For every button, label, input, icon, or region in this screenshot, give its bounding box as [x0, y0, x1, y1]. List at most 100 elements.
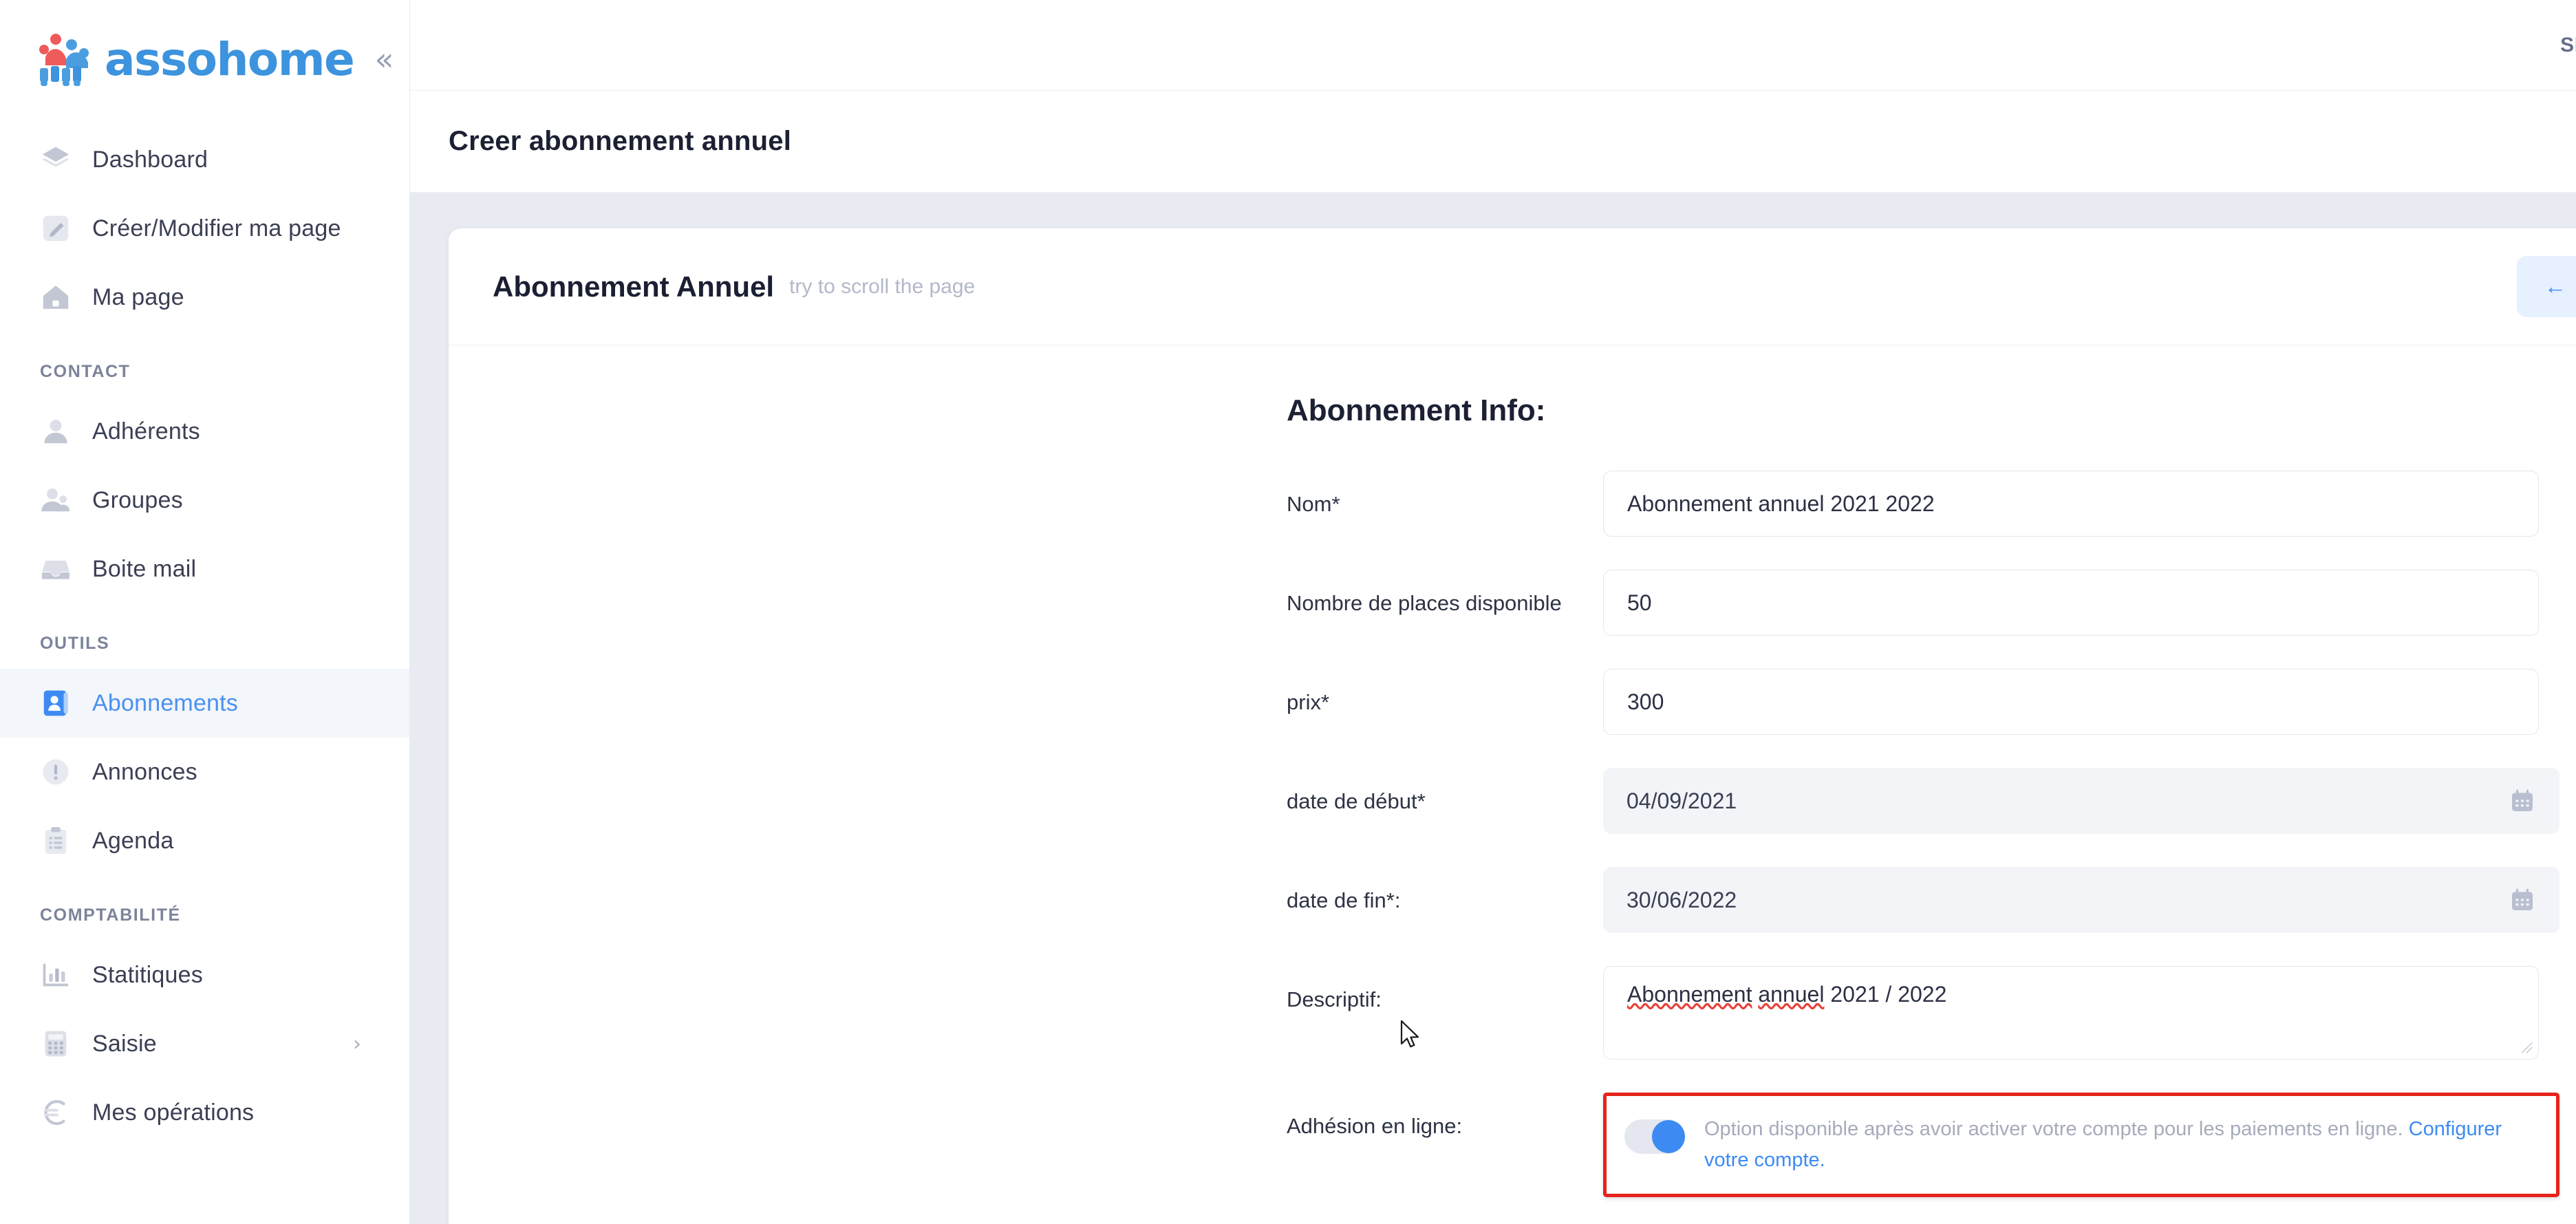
sidebar-item-label: Agenda: [92, 828, 173, 855]
page-title: Creer abonnement annuel: [449, 126, 791, 157]
sidebar-item-label: Groupes: [92, 487, 183, 514]
nom-input[interactable]: Abonnement annuel 2021 2022: [1603, 471, 2539, 537]
date-fin-value: 30/06/2022: [1627, 888, 1737, 913]
arrow-left-icon: ←: [2544, 274, 2566, 299]
sidebar-item-ma-page[interactable]: Ma page: [0, 263, 409, 332]
control-nom: Abonnement annuel 2021 2022: [1603, 471, 2576, 537]
label-adhesion-wrap: Adhésion en ligne:: [449, 1093, 1603, 1141]
sidebar-item-label: Statitiques: [92, 962, 203, 989]
adhesion-highlight-box: Option disponible après avoir activer vo…: [1603, 1093, 2559, 1197]
field-row-adhesion: Adhésion en ligne: Option disponible apr…: [449, 1093, 2576, 1197]
control-prix: 300: [1603, 669, 2576, 735]
toggle-knob: [1652, 1120, 1685, 1153]
nom-input-value: Abonnement annuel 2021 2022: [1627, 491, 1935, 517]
sidebar-item-statitiques[interactable]: Statitiques: [0, 941, 409, 1009]
sidebar-item-adh-rents[interactable]: Adhérents: [0, 397, 409, 466]
sidebar: assohome « Dashboard Créer/Modifier ma pa…: [0, 0, 410, 1224]
control-adhesion: Option disponible après avoir activer vo…: [1603, 1093, 2576, 1197]
edit-square-icon: [40, 213, 72, 244]
field-row-places: Nombre de places disponible 50: [449, 570, 2576, 636]
label-descriptif-wrap: Descriptif:: [449, 966, 1603, 1014]
assohome-logo-icon: [36, 32, 94, 86]
places-input[interactable]: 50: [1603, 570, 2539, 636]
form-body: Abonnement Info: Nom* Abonnement annuel …: [449, 345, 2576, 1197]
nav-group: OUTILSAbonnementsAnnonces Agenda: [0, 603, 409, 875]
label-nom-wrap: Nom*: [449, 471, 1603, 519]
sidebar-item-cr-er-modifier-ma-page[interactable]: Créer/Modifier ma page: [0, 194, 409, 263]
nav-group: Dashboard Créer/Modifier ma page Ma page: [0, 118, 409, 332]
sidebar-item-dashboard[interactable]: Dashboard: [0, 125, 409, 194]
sidebar-item-annonces[interactable]: Annonces: [0, 738, 409, 806]
page-header: Creer abonnement annuel: [410, 91, 2576, 193]
main-area: SHAOLIN CHOW GAR QUACH S Creer abonnemen…: [410, 0, 2576, 1224]
account-name: SHAOLIN CHOW GAR QUACH: [2560, 34, 2576, 57]
label-nom: Nom*: [1287, 471, 1603, 519]
listes-back-button[interactable]: ← Listes: [2517, 256, 2576, 317]
sidebar-item-abonnements[interactable]: Abonnements: [0, 669, 409, 738]
descriptif-rest: 2021 / 2022: [1824, 982, 1946, 1007]
calendar-icon[interactable]: [2509, 787, 2536, 815]
home-icon: [40, 281, 72, 313]
app-root: assohome « Dashboard Créer/Modifier ma pa…: [0, 0, 2576, 1224]
date-fin-input[interactable]: 30/06/2022: [1603, 867, 2559, 933]
nav-group: CONTACT Adhérents Groupes Boite mail: [0, 332, 409, 603]
control-descriptif: Abonnement annuel 2021 / 2022: [1603, 966, 2576, 1060]
adhesion-notice: Option disponible après avoir activer vo…: [1704, 1114, 2535, 1176]
sidebar-item-label: Boite mail: [92, 556, 196, 583]
euro-icon: [40, 1097, 72, 1128]
sidebar-item-saisie[interactable]: Saisie ›: [0, 1009, 409, 1078]
label-date-fin-wrap: date de fin*:: [449, 867, 1603, 915]
field-row-nom: Nom* Abonnement annuel 2021 2022: [449, 471, 2576, 537]
field-row-date-fin: date de fin*: 30/06/2022: [449, 867, 2576, 933]
resize-handle-icon[interactable]: [2520, 1040, 2533, 1054]
field-row-prix: prix* 300: [449, 669, 2576, 735]
control-date-debut: 04/09/2021: [1603, 768, 2576, 834]
sidebar-item-label: Dashboard: [92, 147, 208, 173]
person-icon: [40, 416, 72, 447]
label-date-debut-wrap: date de début*: [449, 768, 1603, 816]
label-descriptif: Descriptif:: [1287, 966, 1603, 1014]
sidebar-item-agenda[interactable]: Agenda: [0, 806, 409, 875]
field-row-descriptif: Descriptif: Abonnement annuel 2021 / 202…: [449, 966, 2576, 1060]
adhesion-notice-text: Option disponible après avoir activer vo…: [1704, 1118, 2403, 1140]
bar-chart-icon: [40, 959, 72, 991]
layers-icon: [40, 144, 72, 175]
sidebar-item-label: Créer/Modifier ma page: [92, 215, 341, 242]
descriptif-textarea[interactable]: Abonnement annuel 2021 / 2022: [1603, 966, 2539, 1060]
nav-section-title: COMPTABILITÉ: [0, 882, 409, 941]
sidebar-item-groupes[interactable]: Groupes: [0, 466, 409, 535]
top-bar: SHAOLIN CHOW GAR QUACH S: [410, 0, 2576, 91]
chevron-right-icon[interactable]: ›: [353, 1032, 361, 1056]
control-date-fin: 30/06/2022: [1603, 867, 2576, 933]
label-adhesion: Adhésion en ligne:: [1287, 1093, 1603, 1141]
label-places-wrap: Nombre de places disponible: [449, 570, 1603, 618]
inbox-icon: [40, 553, 72, 585]
brand-header: assohome «: [0, 0, 409, 118]
descriptif-word-1: Abonnement: [1627, 982, 1752, 1007]
label-places: Nombre de places disponible: [1287, 570, 1603, 618]
section-title: Abonnement Info:: [1287, 394, 2576, 428]
sidebar-item-label: Mes opérations: [92, 1099, 254, 1126]
sidebar-item-mes-op-rations[interactable]: Mes opérations: [0, 1078, 409, 1147]
calculator-icon: [40, 1028, 72, 1060]
date-debut-input[interactable]: 04/09/2021: [1603, 768, 2559, 834]
adhesion-toggle[interactable]: [1624, 1119, 1685, 1154]
prix-input[interactable]: 300: [1603, 669, 2539, 735]
nav-section-title: OUTILS: [0, 610, 409, 669]
calendar-icon[interactable]: [2509, 886, 2536, 914]
nav-section-title: CONTACT: [0, 339, 409, 397]
sidebar-item-label: Adhérents: [92, 418, 200, 445]
descriptif-word-2: annuel: [1758, 982, 1824, 1007]
sidebar-nav: DashboardCréer/Modifier ma pageMa pageCO…: [0, 118, 409, 1147]
label-prix-wrap: prix*: [449, 669, 1603, 717]
brand-name: assohome: [105, 33, 354, 86]
form-card: Abonnement Annuel try to scroll the page…: [449, 228, 2576, 1224]
contact-card-icon: [40, 687, 72, 719]
sidebar-item-label: Saisie: [92, 1031, 157, 1057]
content-scroll-area: Abonnement Annuel try to scroll the page…: [410, 193, 2576, 1224]
chevrons-left-icon[interactable]: «: [374, 43, 394, 75]
places-input-value: 50: [1627, 590, 1652, 616]
sidebar-item-boite-mail[interactable]: Boite mail: [0, 535, 409, 603]
clipboard-icon: [40, 825, 72, 857]
label-date-debut: date de début*: [1287, 768, 1603, 816]
